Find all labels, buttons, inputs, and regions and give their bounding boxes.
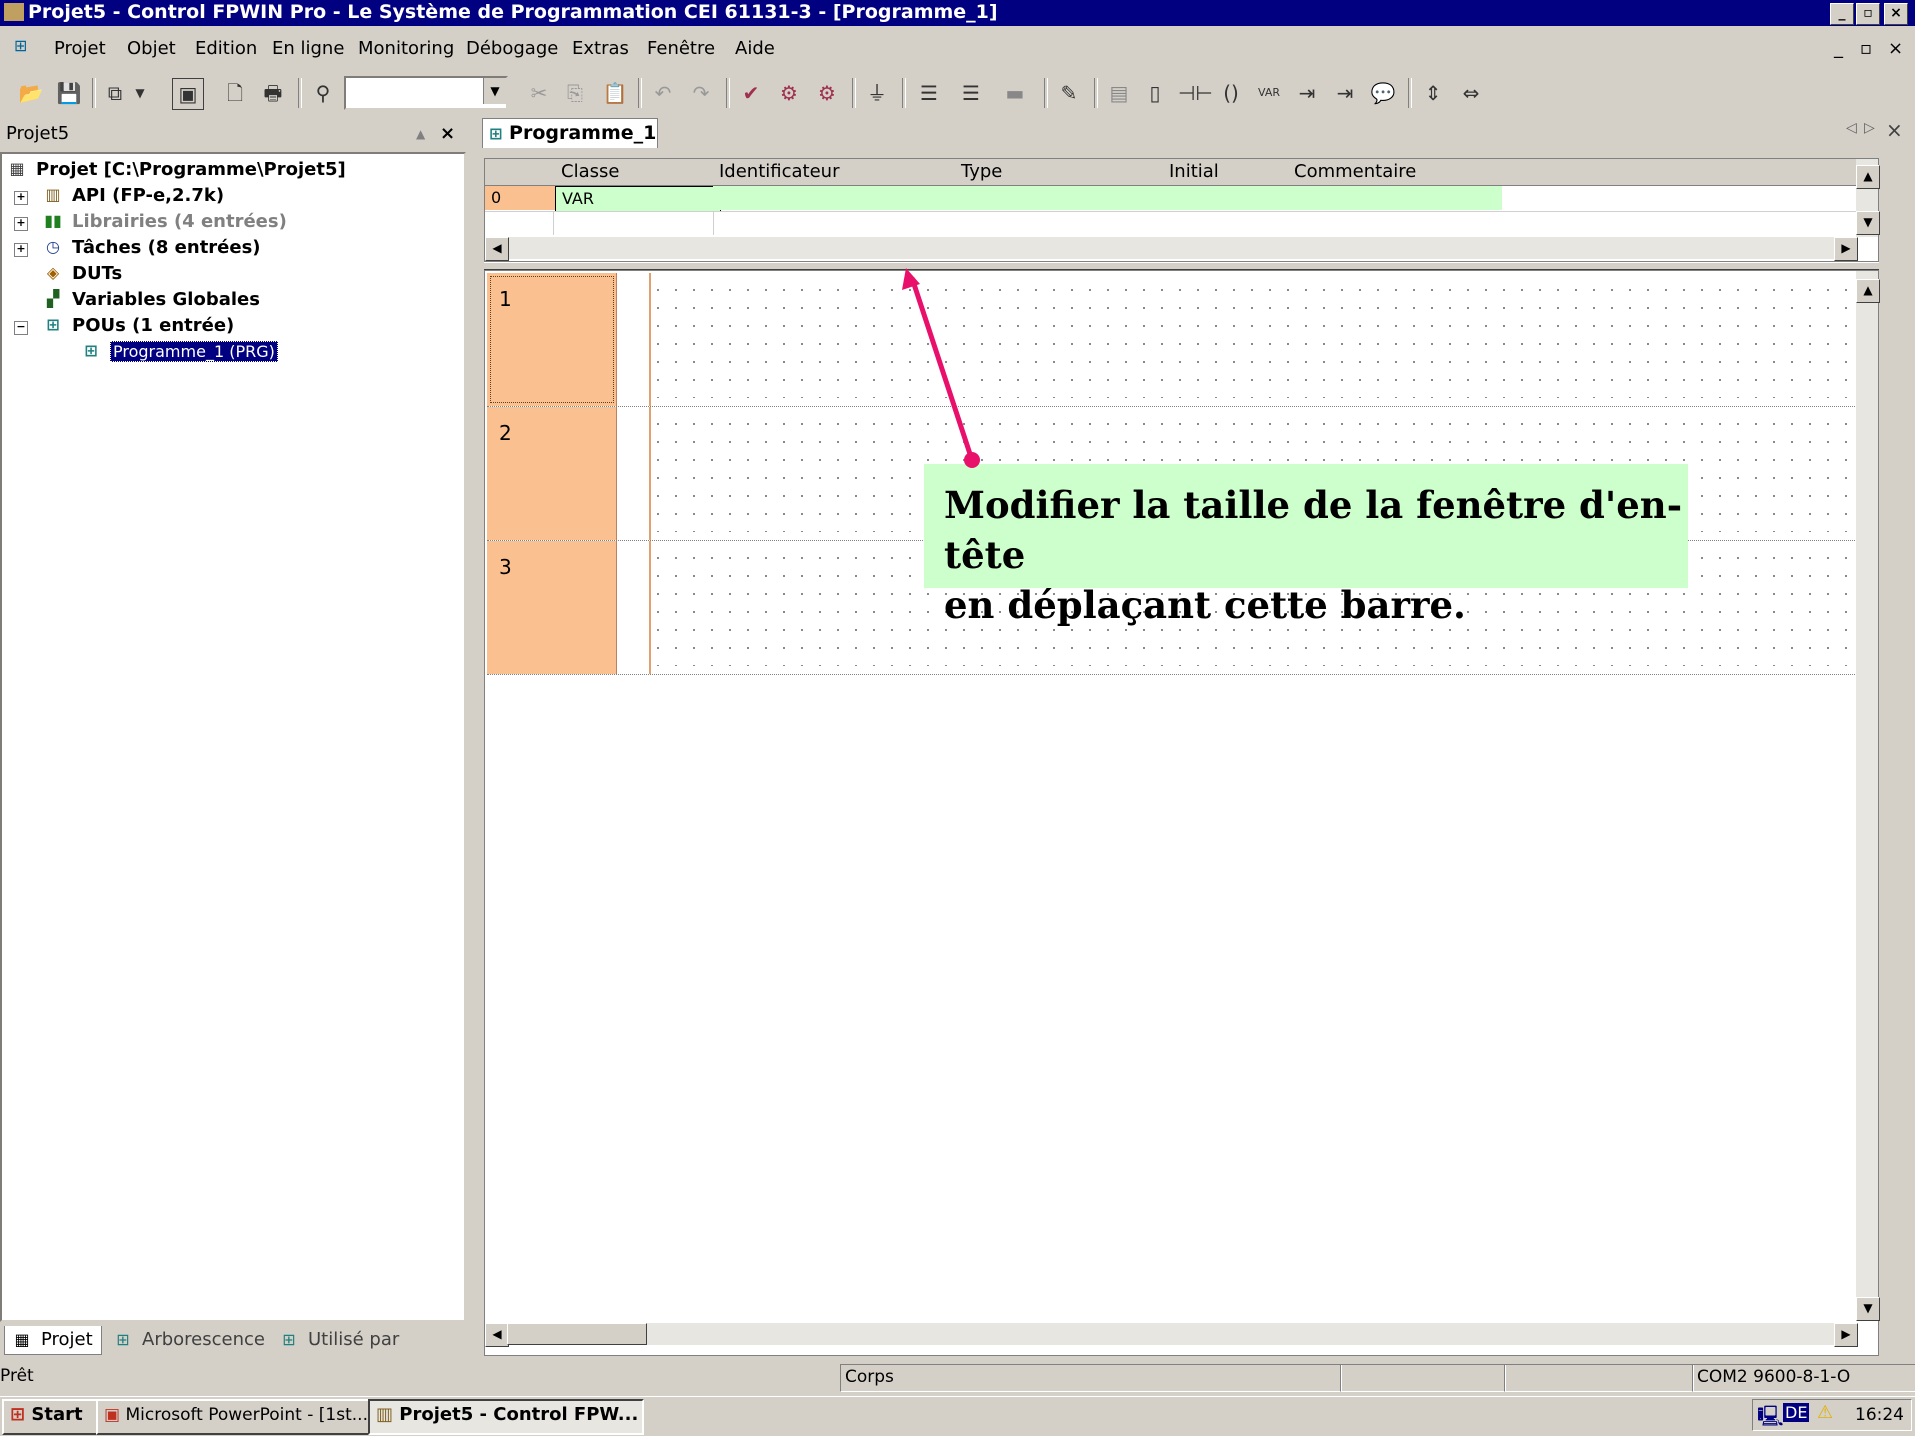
annotation-arrow [902,268,980,468]
system-tray: 🖳 DE ⚠ 16:24 [1752,1399,1912,1431]
warning-icon[interactable]: ⚠ [1817,1402,1833,1423]
fpwin-icon: ▥ [376,1404,394,1425]
start-button[interactable]: ⊞ Start [2,1399,98,1435]
start-label: Start [31,1404,83,1425]
taskbar-app-label: Projet5 - Control FPW... [399,1404,639,1425]
language-indicator[interactable]: DE [1783,1403,1810,1422]
status-pane-empty [1340,1364,1506,1392]
powerpoint-icon: ▣ [104,1405,121,1425]
status-section: Corps [840,1364,1342,1392]
clock: 16:24 [1855,1405,1904,1425]
status-bar: Prêt Corps COM2 9600-8-1-O [0,1362,1915,1392]
monitor-icon[interactable]: 🖳 [1757,1402,1784,1436]
taskbar-app-fpwin[interactable]: ▥ Projet5 - Control FPW... [368,1399,644,1435]
status-pane-empty [1504,1364,1694,1392]
taskbar: ⊞ Start ▣ Microsoft PowerPoint - [1st...… [0,1396,1915,1435]
status-ready: Prêt [0,1366,34,1386]
taskbar-app-powerpoint[interactable]: ▣ Microsoft PowerPoint - [1st... [96,1399,374,1435]
status-com: COM2 9600-8-1-O [1692,1364,1915,1392]
arrow-line [909,277,975,461]
windows-logo-icon: ⊞ [10,1404,26,1425]
taskbar-app-label: Microsoft PowerPoint - [1st... [125,1405,368,1425]
arrow-dot [964,452,980,468]
